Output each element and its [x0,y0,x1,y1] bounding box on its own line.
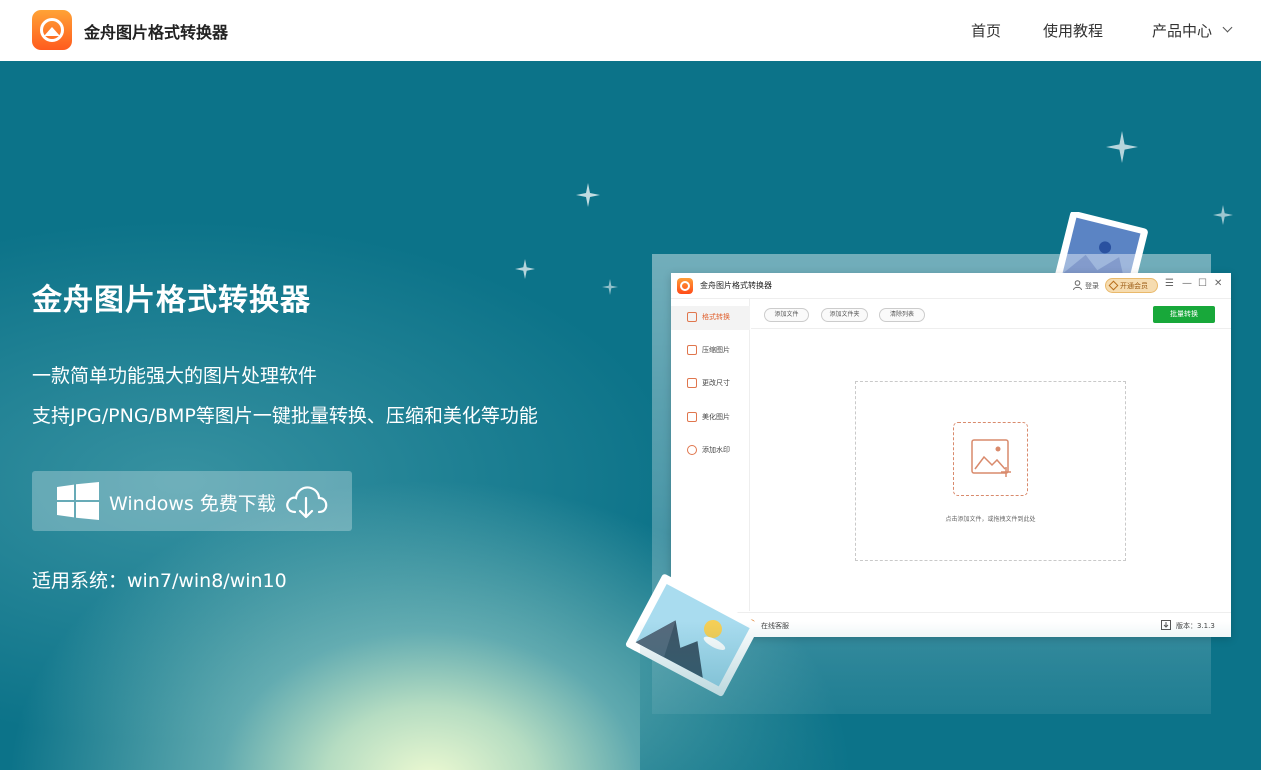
hero-section: 金舟图片格式转换器 一款简单功能强大的图片处理软件 支持JPG/PNG/BMP等… [0,61,1261,770]
download-label: Windows 免费下载 [109,493,276,515]
nav-products-menu[interactable]: 产品中心 [1152,20,1212,41]
hero-feature-text: 支持JPG/PNG/BMP等图片一键批量转换、压缩和美化等功能 [32,405,538,427]
sidebar-item-label: 美化图片 [702,413,730,421]
batch-convert-button[interactable]: 批量转换 [1153,306,1215,323]
app-title: 金舟图片格式转换器 [700,281,772,290]
compress-icon [687,345,697,355]
nav-home-link[interactable]: 首页 [971,20,1001,41]
sidebar-item-label: 更改尺寸 [702,379,730,387]
vip-label: 开通会员 [1120,282,1148,290]
login-button[interactable]: 登录 [1085,281,1099,291]
windows-download-button[interactable]: Windows 免费下载 [32,471,352,531]
app-toolbar: 添加文件 添加文件夹 清除列表 批量转换 [751,299,1231,329]
add-file-button[interactable]: 添加文件 [764,308,809,322]
file-drop-zone[interactable]: 点击添加文件，或拖拽文件到此处 [855,381,1126,561]
minimize-icon[interactable]: — [1182,278,1192,289]
app-titlebar: 金舟图片格式转换器 登录 开通会员 ☰ — ☐ ✕ [671,273,1231,299]
sparkle-icon [1106,131,1138,163]
close-icon[interactable]: ✕ [1214,278,1222,289]
sidebar-item-label: 格式转换 [702,313,730,321]
sidebar-item-label: 添加水印 [702,446,730,454]
brand-logo-icon[interactable] [32,10,72,50]
app-logo-icon [677,278,693,294]
clear-list-button[interactable]: 清除列表 [879,308,925,322]
user-icon [1073,280,1082,290]
convert-icon [687,312,697,322]
update-icon [1161,620,1171,630]
sparkle-icon [515,259,535,279]
photo-card-icon [625,574,760,697]
diamond-icon [1108,280,1119,291]
app-sidebar: 格式转换 压缩图片 更改尺寸 美化图片 添加水印 [671,299,750,611]
beautify-icon [687,412,697,422]
nav-tutorial-link[interactable]: 使用教程 [1043,20,1103,41]
watermark-icon [687,445,697,455]
add-folder-button[interactable]: 添加文件夹 [821,308,868,322]
sidebar-item-format-convert[interactable]: 格式转换 [671,306,750,330]
sidebar-item-watermark[interactable]: 添加水印 [671,439,750,463]
sidebar-item-compress[interactable]: 压缩图片 [671,339,750,363]
sidebar-item-label: 压缩图片 [702,346,730,354]
sparkle-icon [1213,205,1233,225]
sidebar-item-resize[interactable]: 更改尺寸 [671,372,750,396]
online-support-link[interactable]: 在线客服 [761,621,789,631]
vip-button[interactable]: 开通会员 [1105,278,1158,293]
sparkle-icon [602,279,618,295]
drop-hint-text: 点击添加文件，或拖拽文件到此处 [945,516,1036,523]
maximize-icon[interactable]: ☐ [1198,278,1207,289]
menu-icon[interactable]: ☰ [1165,278,1174,289]
sparkle-icon [576,183,600,207]
windows-logo-icon [57,482,99,520]
hero-title: 金舟图片格式转换器 [32,283,311,318]
resize-icon [687,378,697,388]
sidebar-item-beautify[interactable]: 美化图片 [671,406,750,430]
chevron-down-icon[interactable] [1222,22,1233,33]
top-nav: 金舟图片格式转换器 首页 使用教程 产品中心 [0,0,1261,61]
brand-name[interactable]: 金舟图片格式转换器 [84,19,228,43]
system-compat-text: 适用系统：win7/win8/win10 [32,570,287,592]
add-image-icon [953,422,1028,496]
version-text: 版本：3.1.3 [1176,622,1215,630]
cloud-download-icon [286,486,328,519]
hero-subtitle: 一款简单功能强大的图片处理软件 [32,365,318,387]
